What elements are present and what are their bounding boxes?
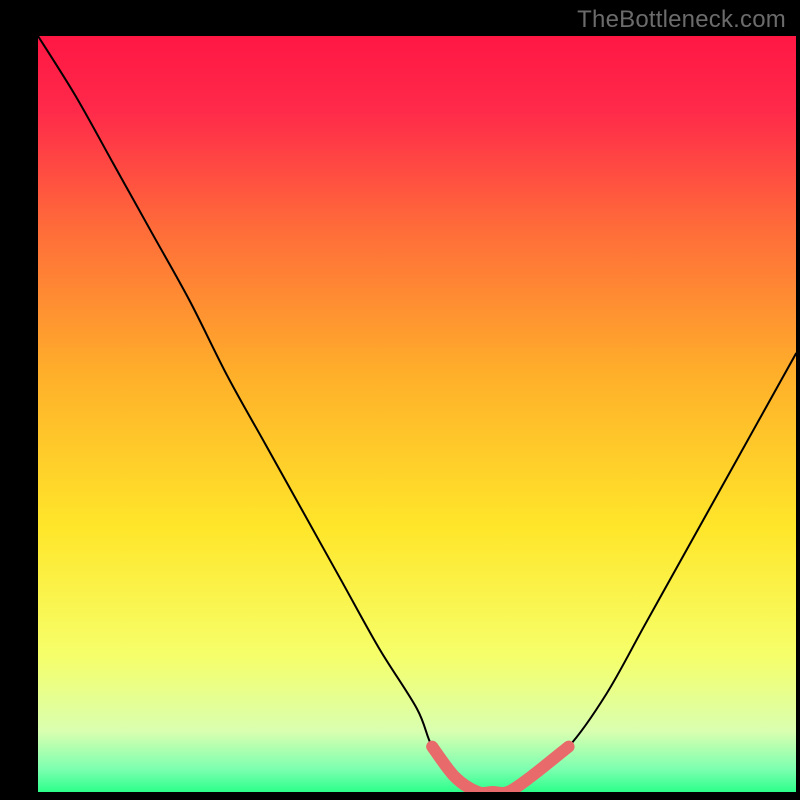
- chart-frame: TheBottleneck.com: [0, 0, 800, 800]
- chart-background: [38, 36, 796, 792]
- watermark-text: TheBottleneck.com: [577, 6, 786, 34]
- bottleneck-chart: [0, 0, 800, 800]
